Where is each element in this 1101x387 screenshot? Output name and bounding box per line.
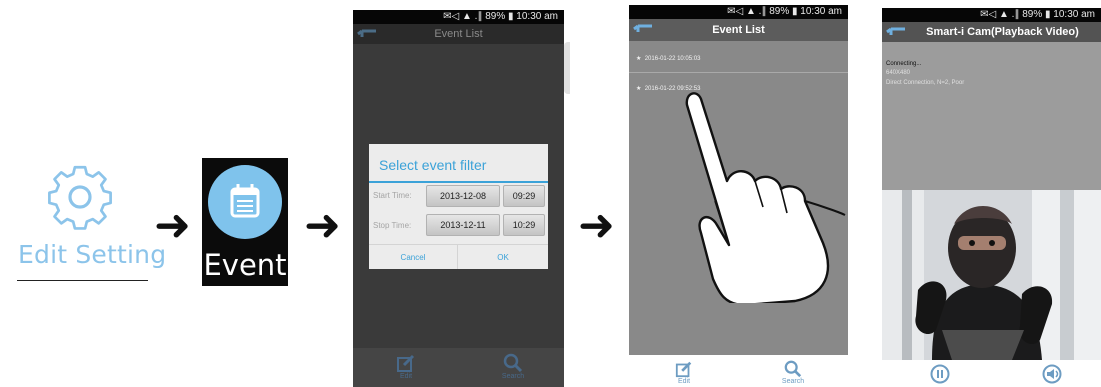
speaker-icon <box>1042 364 1062 384</box>
search-icon <box>503 353 523 373</box>
search-icon <box>784 360 802 378</box>
edit-setting-label[interactable]: Edit Setting <box>18 240 166 269</box>
pause-button[interactable] <box>930 364 950 387</box>
phone-screen-playback: ✉◁ ▲ .∥ 89% ▮ 10:30 am Smart-i Cam(Playb… <box>882 8 1101 387</box>
edit-label: Edit <box>677 378 691 385</box>
connecting-text: Connecting... <box>886 61 922 67</box>
event-app-tile[interactable]: Event <box>202 158 288 286</box>
event-label: Event <box>203 248 287 282</box>
tapping-hand-icon <box>685 92 846 303</box>
calendar-icon <box>208 165 282 239</box>
connection-info-text: Direct Connection, N=2, Poor <box>886 80 965 86</box>
intruder-photo <box>882 190 1101 360</box>
edit-button[interactable]: Edit <box>669 360 699 385</box>
row-divider <box>629 72 848 73</box>
phone-screen-event-filter: ✉◁ ▲ .∥ 89% ▮ 10:30 am Event List Select… <box>353 10 564 387</box>
start-time-label: Start Time: <box>373 191 412 200</box>
start-date-button[interactable]: 2013-12-08 <box>426 185 500 207</box>
underline-divider <box>17 280 148 281</box>
status-bar: ✉◁ ▲ .∥ 89% ▮ 10:30 am <box>629 5 848 19</box>
arrow-right-icon: ➜ <box>578 200 615 251</box>
title-bar: Event List <box>353 24 564 44</box>
gear-icon[interactable] <box>40 162 120 230</box>
ok-button[interactable]: OK <box>458 244 548 269</box>
stop-time-button[interactable]: 10:29 <box>503 214 545 236</box>
edit-icon <box>397 354 415 372</box>
page-title: Smart-i Cam(Playback Video) <box>926 26 1079 38</box>
status-bar: ✉◁ ▲ .∥ 89% ▮ 10:30 am <box>882 8 1101 22</box>
arrow-right-icon: ➜ <box>154 200 191 251</box>
side-edge <box>564 42 570 94</box>
back-arrow-icon[interactable] <box>357 29 377 39</box>
back-arrow-icon[interactable] <box>633 24 653 34</box>
search-button[interactable]: Search <box>778 360 808 385</box>
event-filter-dialog: Select event filter Start Time: 2013-12-… <box>369 144 548 269</box>
status-bar: ✉◁ ▲ .∥ 89% ▮ 10:30 am <box>353 10 564 24</box>
resolution-text: 640X480 <box>886 70 911 76</box>
edit-button[interactable]: Edit <box>391 353 421 380</box>
search-label: Search <box>781 378 805 385</box>
edit-icon <box>675 361 692 378</box>
title-bar: Smart-i Cam(Playback Video) <box>882 22 1101 42</box>
search-button[interactable]: Search <box>498 353 528 380</box>
back-arrow-icon[interactable] <box>886 27 906 37</box>
stop-time-label: Stop Time: <box>373 221 412 230</box>
bottom-toolbar: Edit Search <box>353 348 564 387</box>
arrow-right-icon: ➜ <box>304 200 341 251</box>
speaker-button[interactable] <box>1042 364 1062 387</box>
dialog-title: Select event filter <box>379 157 487 173</box>
dialog-divider <box>369 181 548 183</box>
bottom-toolbar: Edit Search <box>629 355 848 387</box>
video-area: Connecting... 640X480 Direct Connection,… <box>882 42 1101 190</box>
event-row[interactable]: ★ 2016-01-22 10:05:03 <box>629 55 848 62</box>
phone-screen-event-list: ✉◁ ▲ .∥ 89% ▮ 10:30 am Event List ★ 2016… <box>629 5 848 387</box>
cancel-button[interactable]: Cancel <box>369 244 458 269</box>
page-title: Event List <box>712 24 765 36</box>
search-label: Search <box>501 373 525 380</box>
edit-label: Edit <box>399 373 413 380</box>
event-timestamp: 2016-01-22 10:05:03 <box>644 56 701 62</box>
page-title: Event List <box>434 28 483 40</box>
stop-date-button[interactable]: 2013-12-11 <box>426 214 500 236</box>
start-time-button[interactable]: 09:29 <box>503 185 545 207</box>
title-bar: Event List <box>629 19 848 41</box>
pause-icon <box>930 364 950 384</box>
